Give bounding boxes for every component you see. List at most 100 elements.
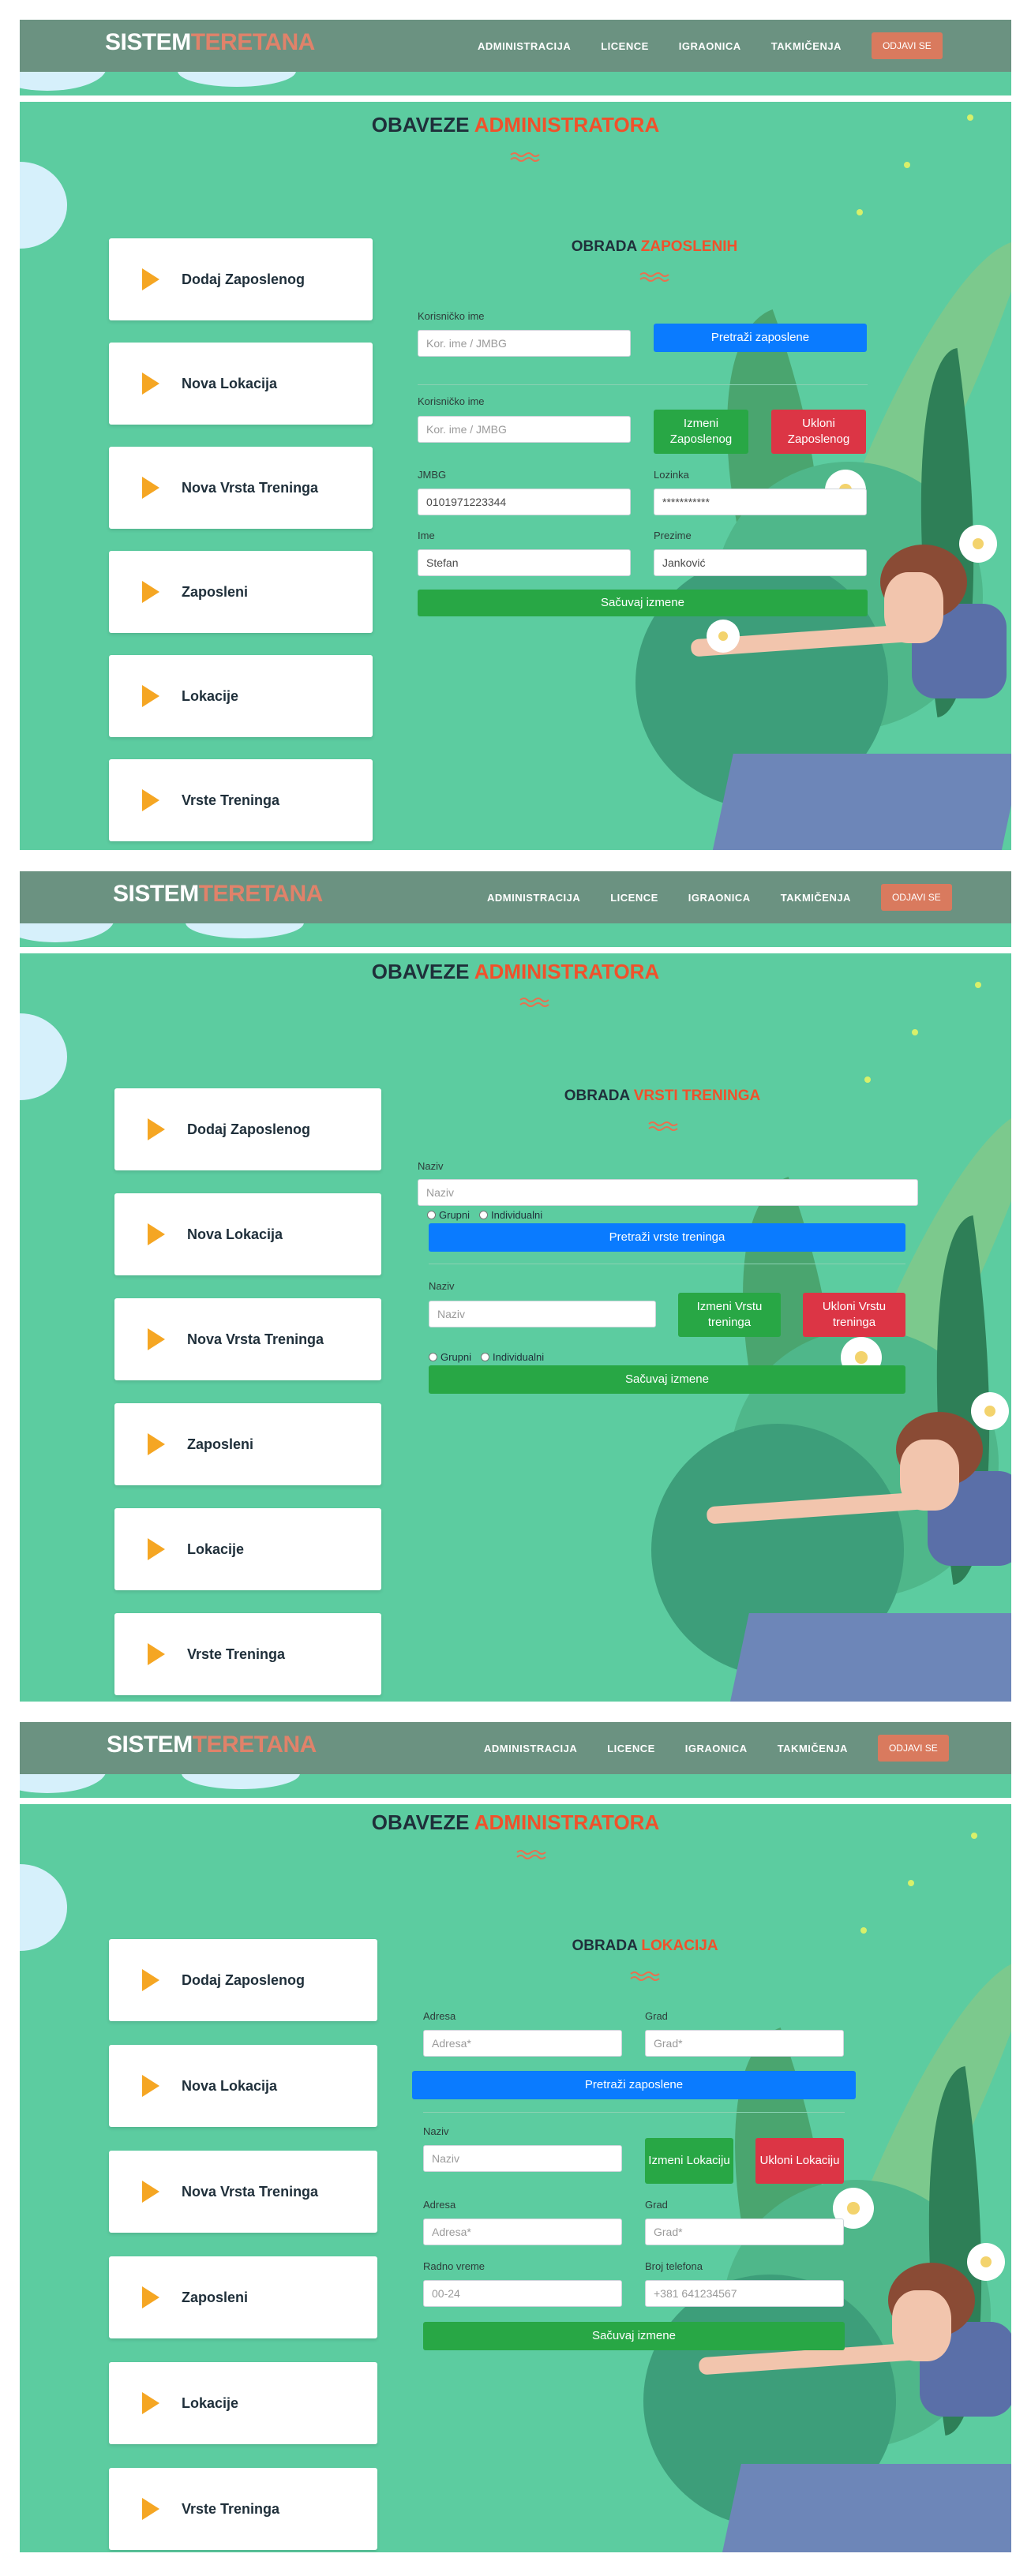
header-divider xyxy=(20,95,1011,102)
sidebar-item-nova-lokacija[interactable]: Nova Lokacija xyxy=(109,2045,377,2127)
page-title: OBAVEZE ADMINISTRATORA xyxy=(371,113,660,137)
brand-logo[interactable]: SISTEMTERETANA xyxy=(113,881,323,908)
sidebar-item-label: Dodaj Zaposlenog xyxy=(182,271,306,287)
cloud-decoration xyxy=(20,1013,67,1100)
edit-employee-button[interactable]: Izmeni Zaposlenog xyxy=(654,410,748,454)
bush-decoration xyxy=(643,2275,896,2527)
sidebar-item-label: Vrste Treninga xyxy=(187,1646,286,1662)
training-name-search-label: Naziv xyxy=(418,1160,444,1172)
nav-link-igraonica[interactable]: IGRAONICA xyxy=(679,40,741,52)
play-arrow-icon xyxy=(148,1328,165,1350)
username-search-input[interactable] xyxy=(418,330,631,357)
sidebar-item-nova-lokacija[interactable]: Nova Lokacija xyxy=(109,343,373,425)
edit-location-button[interactable]: Izmeni Lokaciju xyxy=(645,2138,733,2184)
nav-link-licence[interactable]: LICENCE xyxy=(607,1743,655,1754)
radio-label: Grupni xyxy=(439,1209,471,1221)
radio-individualni[interactable] xyxy=(479,1211,489,1219)
nav-link-takmicenja[interactable]: TAKMIČENJA xyxy=(778,1743,848,1754)
radio-grupni[interactable] xyxy=(429,1353,437,1361)
sidebar-item-nova-lokacija[interactable]: Nova Lokacija xyxy=(114,1193,381,1275)
sidebar-item-vrste-treninga[interactable]: Vrste Treninga xyxy=(109,2468,377,2550)
cloud-decoration xyxy=(20,162,67,249)
figure-decoration xyxy=(880,545,967,620)
nav-links: ADMINISTRACIJA LICENCE IGRAONICA TAKMIČE… xyxy=(478,20,943,72)
nav-link-administracija[interactable]: ADMINISTRACIJA xyxy=(478,40,571,52)
logout-button[interactable]: ODJAVI SE xyxy=(880,884,952,911)
sidebar-item-vrste-treninga[interactable]: Vrste Treninga xyxy=(109,759,373,841)
nav-link-igraonica[interactable]: IGRAONICA xyxy=(685,1743,748,1754)
figure-decoration xyxy=(928,1471,1011,1566)
navbar: SISTEMTERETANA ADMINISTRACIJA LICENCE IG… xyxy=(20,1722,1011,1774)
nav-link-takmicenja[interactable]: TAKMIČENJA xyxy=(771,40,842,52)
sidebar-item-lokacije[interactable]: Lokacije xyxy=(109,655,373,737)
brand-logo[interactable]: SISTEMTERETANA xyxy=(107,1732,317,1758)
sidebar-item-zaposleni[interactable]: Zaposleni xyxy=(109,2256,377,2338)
logout-button[interactable]: ODJAVI SE xyxy=(871,32,943,59)
page-title: OBAVEZE ADMINISTRATORA xyxy=(371,960,660,983)
surname-input[interactable] xyxy=(654,549,867,576)
jmbg-input[interactable] xyxy=(418,489,631,515)
panel-employees: SISTEMTERETANA ADMINISTRACIJA LICENCE IG… xyxy=(20,20,1011,850)
sidebar-item-nova-vrsta-treninga[interactable]: Nova Vrsta Treninga xyxy=(114,1298,381,1380)
name-input[interactable] xyxy=(418,549,631,576)
save-changes-button[interactable]: Sačuvaj izmene xyxy=(429,1365,905,1394)
sidebar-item-label: Nova Vrsta Treninga xyxy=(182,479,319,496)
panel-locations: SISTEMTERETANA ADMINISTRACIJA LICENCE IG… xyxy=(20,1722,1011,2552)
training-name-search-input[interactable] xyxy=(418,1179,918,1206)
delete-employee-button[interactable]: Ukloni Zaposlenog xyxy=(771,410,866,454)
training-name-input[interactable] xyxy=(429,1301,656,1327)
form-divider xyxy=(418,384,868,385)
delete-location-button[interactable]: Ukloni Lokaciju xyxy=(755,2138,844,2184)
dot-decoration xyxy=(904,162,910,168)
sidebar-item-dodaj-zaposlenog[interactable]: Dodaj Zaposlenog xyxy=(114,1088,381,1170)
sidebar-item-label: Nova Vrsta Treninga xyxy=(182,2183,319,2200)
wave-icon xyxy=(648,1121,678,1131)
brand-logo[interactable]: SISTEMTERETANA xyxy=(105,29,315,56)
play-arrow-icon xyxy=(142,2075,159,2097)
save-changes-button[interactable]: Sačuvaj izmene xyxy=(418,590,868,616)
location-name-input[interactable] xyxy=(423,2145,622,2172)
edit-training-type-button[interactable]: Izmeni Vrstu treninga xyxy=(678,1293,781,1337)
sidebar-item-zaposleni[interactable]: Zaposleni xyxy=(109,551,373,633)
phone-input[interactable] xyxy=(645,2280,844,2307)
location-name-label: Naziv xyxy=(423,2125,449,2137)
flower-decoration xyxy=(967,2243,1005,2281)
password-input[interactable] xyxy=(654,489,867,515)
wave-icon xyxy=(519,998,549,1007)
sidebar-item-dodaj-zaposlenog[interactable]: Dodaj Zaposlenog xyxy=(109,238,373,320)
sidebar-item-zaposleni[interactable]: Zaposleni xyxy=(114,1403,381,1485)
arm-decoration xyxy=(690,623,928,657)
radio-label: Grupni xyxy=(441,1351,472,1363)
sidebar-item-dodaj-zaposlenog[interactable]: Dodaj Zaposlenog xyxy=(109,1939,377,2021)
nav-link-igraonica[interactable]: IGRAONICA xyxy=(688,892,751,904)
radio-label: Individualni xyxy=(491,1209,543,1221)
radio-individualni[interactable] xyxy=(481,1353,490,1361)
search-training-types-button[interactable]: Pretraži vrste treninga xyxy=(429,1223,905,1252)
sidebar-item-lokacije[interactable]: Lokacije xyxy=(109,2362,377,2444)
nav-link-takmicenja[interactable]: TAKMIČENJA xyxy=(781,892,851,904)
nav-link-licence[interactable]: LICENCE xyxy=(610,892,658,904)
sidebar-item-nova-vrsta-treninga[interactable]: Nova Vrsta Treninga xyxy=(109,447,373,529)
username-input[interactable] xyxy=(418,416,631,443)
radio-grupni[interactable] xyxy=(427,1211,436,1219)
nav-link-administracija[interactable]: ADMINISTRACIJA xyxy=(484,1743,577,1754)
city-label: Grad xyxy=(645,2199,668,2211)
search-employees-button[interactable]: Pretraži zaposlene xyxy=(654,324,867,352)
address-input[interactable] xyxy=(423,2218,622,2245)
sidebar-item-nova-vrsta-treninga[interactable]: Nova Vrsta Treninga xyxy=(109,2151,377,2233)
save-changes-button[interactable]: Sačuvaj izmene xyxy=(423,2322,845,2350)
address-search-input[interactable] xyxy=(423,2030,622,2057)
delete-training-type-button[interactable]: Ukloni Vrstu treninga xyxy=(803,1293,905,1337)
logout-button[interactable]: ODJAVI SE xyxy=(877,1735,949,1762)
yoga-mat-decoration xyxy=(719,2464,1011,2552)
sidebar-item-vrste-treninga[interactable]: Vrste Treninga xyxy=(114,1613,381,1695)
bush-decoration xyxy=(651,1424,904,1676)
city-input[interactable] xyxy=(645,2218,844,2245)
city-search-input[interactable] xyxy=(645,2030,844,2057)
figure-decoration xyxy=(896,1412,983,1487)
nav-link-administracija[interactable]: ADMINISTRACIJA xyxy=(487,892,580,904)
sidebar-item-lokacije[interactable]: Lokacije xyxy=(114,1508,381,1590)
nav-link-licence[interactable]: LICENCE xyxy=(601,40,649,52)
working-hours-input[interactable] xyxy=(423,2280,622,2307)
search-locations-button[interactable]: Pretraži zaposlene xyxy=(412,2071,856,2099)
